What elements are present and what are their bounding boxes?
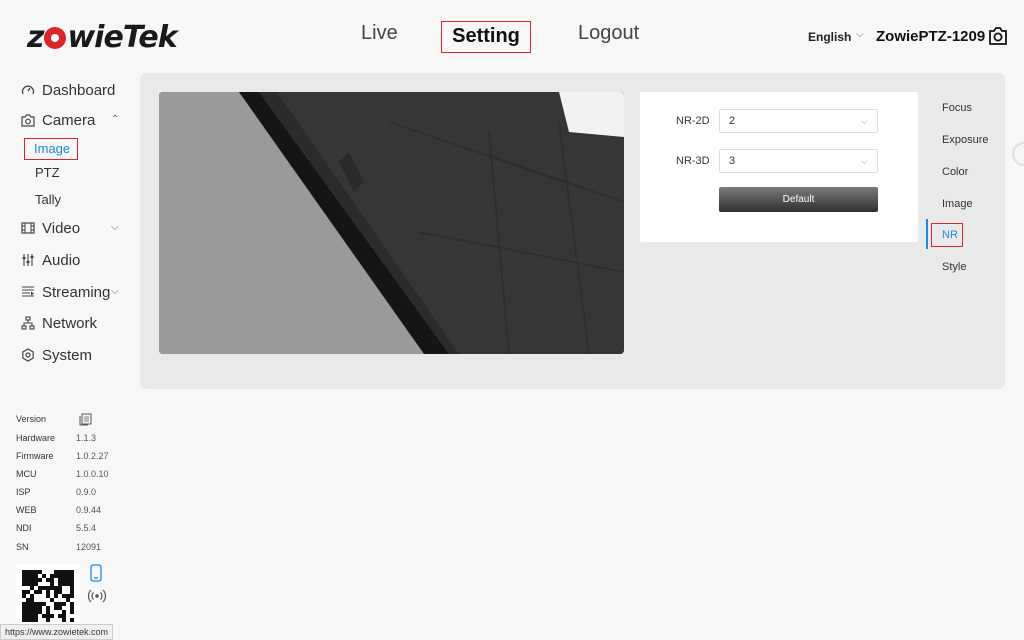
streaming-icon (20, 284, 36, 300)
chevron-down-icon[interactable]: ⌵ (856, 29, 864, 40)
chevron-down-icon[interactable]: ⌵ (111, 286, 119, 297)
nr3d-value: 3 (729, 155, 736, 167)
chevron-up-icon[interactable]: ⌃ (111, 114, 119, 125)
tab-image[interactable]: Image (942, 198, 973, 210)
version-row-web: WEB 0.9.44 (16, 505, 102, 515)
version-row-sn: SN 12091 (16, 542, 102, 552)
nav-logout[interactable]: Logout (578, 22, 639, 45)
version-row-mcu: MCU 1.0.0.10 (16, 469, 109, 479)
device-name: ZowiePTZ-1209 (876, 28, 986, 45)
nav-setting[interactable]: Setting (441, 21, 531, 53)
chevron-down-icon: ⌵ (861, 156, 868, 166)
chevron-down-icon: ⌵ (861, 116, 868, 126)
zowietek-logo[interactable]: z wieTek (27, 20, 178, 55)
settings-float-icon[interactable] (1012, 142, 1024, 166)
language-select[interactable]: English (808, 30, 851, 44)
sidebar-item-label: Video (42, 219, 81, 237)
sidebar-item-label: Streaming (42, 283, 111, 301)
default-button[interactable]: Default (719, 187, 878, 212)
sidebar-item-system[interactable]: System (20, 345, 92, 365)
sidebar-item-label: System (42, 346, 93, 364)
sidebar-item-streaming[interactable]: Streaming (20, 282, 110, 302)
tab-color[interactable]: Color (942, 166, 968, 178)
sidebar-item-dashboard[interactable]: Dashboard (20, 80, 115, 100)
tab-style[interactable]: Style (942, 261, 966, 273)
header: z wieTek Live Setting Logout English ⌵ Zo… (0, 0, 1024, 72)
sidebar-item-audio[interactable]: Audio (20, 250, 80, 270)
nr3d-label: NR-3D (676, 155, 710, 167)
version-row-firmware: Firmware 1.0.2.27 (16, 451, 109, 461)
sidebar-item-label: Audio (42, 251, 81, 269)
status-url: https://www.zowietek.com (0, 624, 114, 640)
video-preview (159, 92, 624, 354)
sidebar-sub-tally[interactable]: Tally (35, 192, 61, 207)
sidebar: Dashboard Camera ⌃ Image PTZ Tally Video… (0, 72, 136, 640)
camera-snapshot-icon[interactable] (988, 27, 1008, 45)
tab-exposure[interactable]: Exposure (942, 134, 988, 146)
nav-live[interactable]: Live (361, 22, 398, 45)
sidebar-item-label: Dashboard (42, 81, 116, 99)
version-row-isp: ISP 0.9.0 (16, 487, 97, 497)
nr3d-select[interactable]: 3 ⌵ (719, 149, 878, 173)
nr2d-select[interactable]: 2 ⌵ (719, 109, 878, 133)
sidebar-item-label: Network (42, 314, 98, 332)
sidebar-item-network[interactable]: Network (20, 313, 97, 333)
dashboard-icon (20, 82, 36, 98)
chevron-down-icon[interactable]: ⌵ (111, 222, 119, 233)
sidebar-sub-ptz[interactable]: PTZ (35, 165, 60, 180)
nr2d-label: NR-2D (676, 115, 710, 127)
sidebar-item-video[interactable]: Video (20, 218, 80, 238)
nr2d-value: 2 (729, 115, 736, 127)
tab-focus[interactable]: Focus (942, 102, 972, 114)
network-icon (20, 315, 36, 331)
sidebar-item-camera[interactable]: Camera (20, 110, 95, 130)
camera-icon (20, 112, 36, 128)
broadcast-icon[interactable] (88, 588, 106, 604)
active-tab-indicator (926, 219, 928, 249)
sidebar-item-label: Camera (42, 111, 96, 129)
version-row-ndi: NDI 5.5.4 (16, 523, 97, 533)
sidebar-sub-image[interactable]: Image (24, 138, 78, 160)
system-icon (20, 347, 36, 363)
version-row-hardware: Hardware 1.1.3 (16, 433, 97, 443)
tab-nr[interactable]: NR (942, 229, 958, 241)
phone-icon[interactable] (90, 564, 102, 582)
qr-code (16, 564, 80, 628)
version-title: Version (16, 414, 47, 424)
video-icon (20, 220, 36, 236)
copy-icon[interactable] (79, 413, 92, 426)
audio-icon (20, 252, 36, 268)
